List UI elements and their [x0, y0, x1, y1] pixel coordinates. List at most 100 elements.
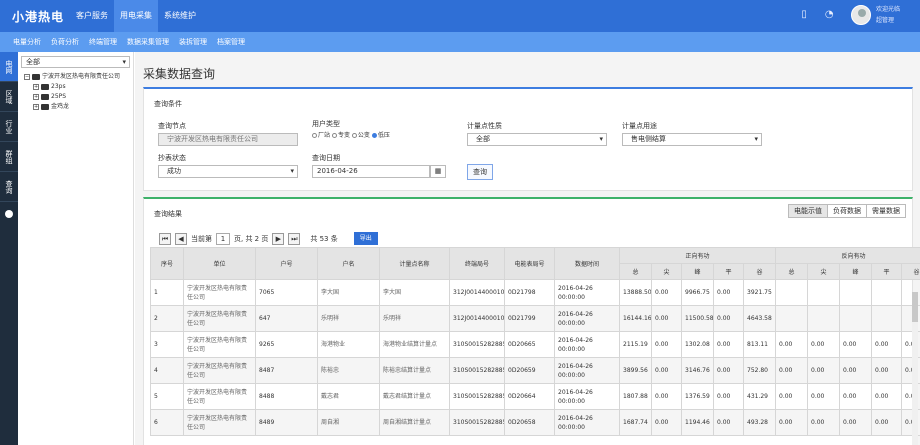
cell-unit: 宁波开发区热电有限责任公司 [183, 409, 256, 436]
page-input[interactable]: 1 [216, 232, 230, 245]
cell-point: 海港物业结算计量点 [379, 331, 450, 358]
next-page-icon[interactable]: ▶ [272, 232, 285, 245]
radio-lowvoltage[interactable] [371, 133, 377, 138]
cell-f-valley: 752.80 [743, 357, 776, 384]
table-row[interactable]: 6 宁波开发区热电有限责任公司 8489 周自湘 周自湘结算计量点 310S00… [150, 409, 920, 436]
cell-time: 2016-04-26 00:00:00 [554, 357, 620, 384]
export-button[interactable]: 导出 [353, 232, 378, 245]
node-label: 查询节点 [158, 122, 186, 130]
table-row[interactable]: 3 宁波开发区热电有限责任公司 9265 海港物业 海港物业结算计量点 310S… [150, 331, 920, 358]
col-unit: 单位 [183, 247, 256, 280]
meter-select[interactable]: 全部 [467, 133, 607, 146]
col-r-flat: 平 [871, 263, 902, 280]
last-page-icon[interactable]: ⏭ [288, 232, 301, 245]
tab-energy-reading[interactable]: 电能示值 [788, 204, 828, 218]
col-point: 计量点名称 [379, 247, 450, 280]
usertype-radios: 厂站 专变 公变 低压 [312, 130, 390, 139]
tree-node[interactable]: + 25PS [18, 92, 133, 102]
topnav-power-collection[interactable]: 用电采集 [114, 0, 158, 32]
rail-query[interactable]: 查询 [0, 172, 18, 202]
col-group-reverse: 反向有功 [775, 247, 920, 264]
pager-total: 页, 共 2 页 [234, 234, 269, 243]
tree-node-label: 23ps [51, 83, 66, 90]
radio-special[interactable] [331, 133, 337, 138]
rail-group[interactable]: 群组 [0, 142, 18, 172]
cell-unit: 宁波开发区热电有限责任公司 [183, 305, 256, 332]
subnav-data-collection[interactable]: 数据采集管理 [122, 32, 174, 52]
date-input[interactable]: 2016-04-26 [312, 165, 430, 178]
cell-terminal: 310S001528288510 [449, 409, 505, 436]
cell-account: 8487 [255, 357, 318, 384]
cell-account: 8488 [255, 383, 318, 410]
cell-f-flat: 0.00 [713, 331, 744, 358]
cell-no: 5 [150, 383, 184, 410]
date-label: 查询日期 [312, 154, 340, 162]
subnav-terminal-management[interactable]: 终端管理 [84, 32, 122, 52]
topnav-system-maintenance[interactable]: 系统维护 [158, 0, 202, 32]
prev-page-icon[interactable]: ◀ [175, 232, 187, 245]
radio-public-label: 公变 [357, 132, 370, 139]
cell-terminal: 312J001440001010 [449, 305, 505, 332]
cell-f-flat: 0.00 [713, 357, 744, 384]
cell-f-sharp: 0.00 [651, 383, 682, 410]
tree-filter-select[interactable]: 全部 [21, 56, 130, 68]
table-row[interactable]: 4 宁波开发区热电有限责任公司 8487 陈裕忠 陈裕忠结算计量点 310S00… [150, 357, 920, 384]
tree-node[interactable]: + 23ps [18, 82, 133, 92]
cell-point: 李大国 [379, 279, 450, 306]
node-input[interactable]: 宁波开发区热电有限责任公司 [158, 133, 298, 146]
cell-meter: 0D21798 [504, 279, 555, 306]
cell-r-sharp: 0.00 [807, 383, 840, 410]
rail-toggle-icon[interactable] [5, 210, 13, 218]
tree-node[interactable]: + 金鸡龙 [18, 102, 133, 112]
subnav-load-analysis[interactable]: 负荷分析 [46, 32, 84, 52]
cell-f-total: 3899.56 [619, 357, 652, 384]
radio-station[interactable] [312, 133, 317, 138]
collapse-icon[interactable]: − [24, 74, 30, 80]
tree-root[interactable]: − 宁波开发区热电有限责任公司 [18, 72, 133, 82]
subnav-archive-management[interactable]: 档案管理 [212, 32, 250, 52]
table-row[interactable]: 1 宁波开发区热电有限责任公司 7065 李大国 李大国 312J0014400… [150, 279, 920, 306]
subnav-install-management[interactable]: 装拆管理 [174, 32, 212, 52]
search-button[interactable]: 查询 [467, 164, 493, 180]
usage-select[interactable]: 售电侧结算 [622, 133, 762, 146]
cell-f-peak: 1302.08 [681, 331, 714, 358]
cell-unit: 宁波开发区热电有限责任公司 [183, 383, 256, 410]
cell-point: 乐明祥 [379, 305, 450, 332]
cell-unit: 宁波开发区热电有限责任公司 [183, 331, 256, 358]
user-name[interactable]: 超管理 [876, 15, 900, 26]
user-info: 欢迎光临 超管理 [876, 4, 900, 26]
first-page-icon[interactable]: ⏮ [159, 232, 171, 245]
calendar-icon[interactable]: ▦ [430, 165, 446, 178]
mobile-icon[interactable]: ▯ [801, 9, 807, 20]
bell-icon[interactable]: ◔ [825, 9, 834, 20]
avatar[interactable] [851, 5, 871, 25]
table-scrollbar[interactable] [912, 292, 918, 445]
rail-region[interactable]: 区域 [0, 82, 18, 112]
cell-r-total: 0.00 [775, 409, 808, 436]
radio-public[interactable] [351, 133, 357, 138]
cell-f-flat: 0.00 [713, 383, 744, 410]
rail-grid[interactable]: 电网 [0, 52, 18, 82]
page-title: 采集数据查询 [143, 67, 216, 81]
cell-terminal: 310S001528288510 [449, 383, 505, 410]
expand-icon[interactable]: + [33, 84, 39, 90]
cell-terminal: 310S001528288510 [449, 357, 505, 384]
subnav-energy-analysis[interactable]: 电量分析 [8, 32, 46, 52]
expand-icon[interactable]: + [33, 94, 39, 100]
expand-icon[interactable]: + [33, 104, 39, 110]
cell-terminal: 312J001440001010 [449, 279, 505, 306]
tab-demand-data[interactable]: 需量数据 [866, 204, 906, 218]
cell-f-peak: 1194.46 [681, 409, 714, 436]
cell-name: 周自湘 [317, 409, 380, 436]
tab-load-data[interactable]: 负荷数据 [827, 204, 867, 218]
table-row[interactable]: 2 宁波开发区热电有限责任公司 647 乐明祥 乐明祥 312J00144000… [150, 305, 920, 332]
cell-time: 2016-04-26 00:00:00 [554, 279, 620, 306]
status-select[interactable]: 成功 [158, 165, 298, 178]
rail-industry[interactable]: 行业 [0, 112, 18, 142]
cell-r-peak: 0.00 [839, 357, 872, 384]
cell-f-peak: 1376.59 [681, 383, 714, 410]
table-row[interactable]: 5 宁波开发区热电有限责任公司 8488 戴志君 戴志君结算计量点 310S00… [150, 383, 920, 410]
results-tabs: 电能示值 负荷数据 需量数据 [788, 204, 906, 218]
topnav-customer-service[interactable]: 客户服务 [70, 0, 114, 32]
scrollbar-thumb[interactable] [912, 292, 918, 322]
